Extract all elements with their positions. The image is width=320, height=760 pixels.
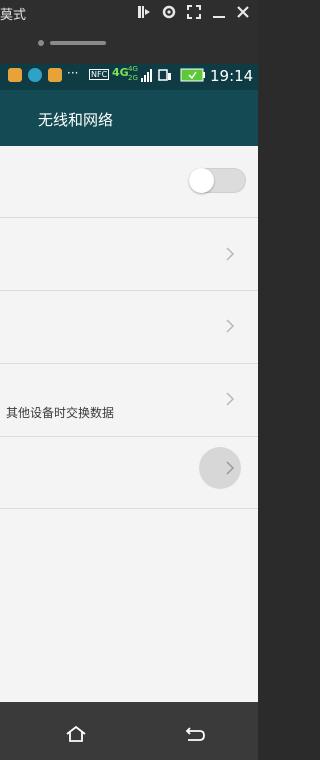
exit-icon[interactable] — [136, 4, 152, 20]
chevron-right-icon — [226, 392, 235, 406]
signal-icon — [141, 69, 152, 82]
network-2g-label: 2G — [128, 74, 138, 82]
emulator-title: 莫式 — [0, 8, 27, 23]
gear-icon[interactable] — [161, 4, 177, 20]
divider — [0, 508, 258, 509]
app-notification-icon — [8, 68, 22, 82]
nfc-icon: NFC — [89, 69, 110, 80]
home-icon[interactable] — [65, 725, 87, 743]
network-4g-small-label: 4G — [128, 65, 138, 73]
chat-notification-icon — [28, 68, 42, 82]
chevron-right-icon — [226, 461, 235, 475]
settings-row-nfc[interactable] — [0, 364, 258, 436]
fullscreen-icon[interactable] — [186, 4, 202, 20]
speaker-slot — [50, 41, 106, 45]
toggle-knob — [189, 168, 214, 193]
back-icon[interactable] — [184, 725, 206, 743]
settings-row[interactable] — [0, 218, 258, 290]
app-notification-icon — [48, 68, 62, 82]
navigation-bar — [0, 702, 258, 760]
chevron-right-icon — [226, 319, 235, 333]
row-summary: 其他设备时交换数据 — [6, 406, 115, 420]
status-time: 19:14 — [210, 67, 254, 85]
sim-icon — [158, 69, 171, 81]
battery-icon — [180, 68, 205, 82]
network-4g-label: 4G — [112, 66, 129, 79]
more-notifications-icon: ··· — [67, 66, 79, 80]
camera-dot — [38, 40, 44, 46]
minimize-icon[interactable] — [211, 4, 227, 20]
settings-row[interactable] — [0, 291, 258, 363]
close-icon[interactable] — [235, 4, 251, 20]
page-title: 无线和网络 — [38, 111, 114, 129]
chevron-right-icon — [226, 247, 235, 261]
